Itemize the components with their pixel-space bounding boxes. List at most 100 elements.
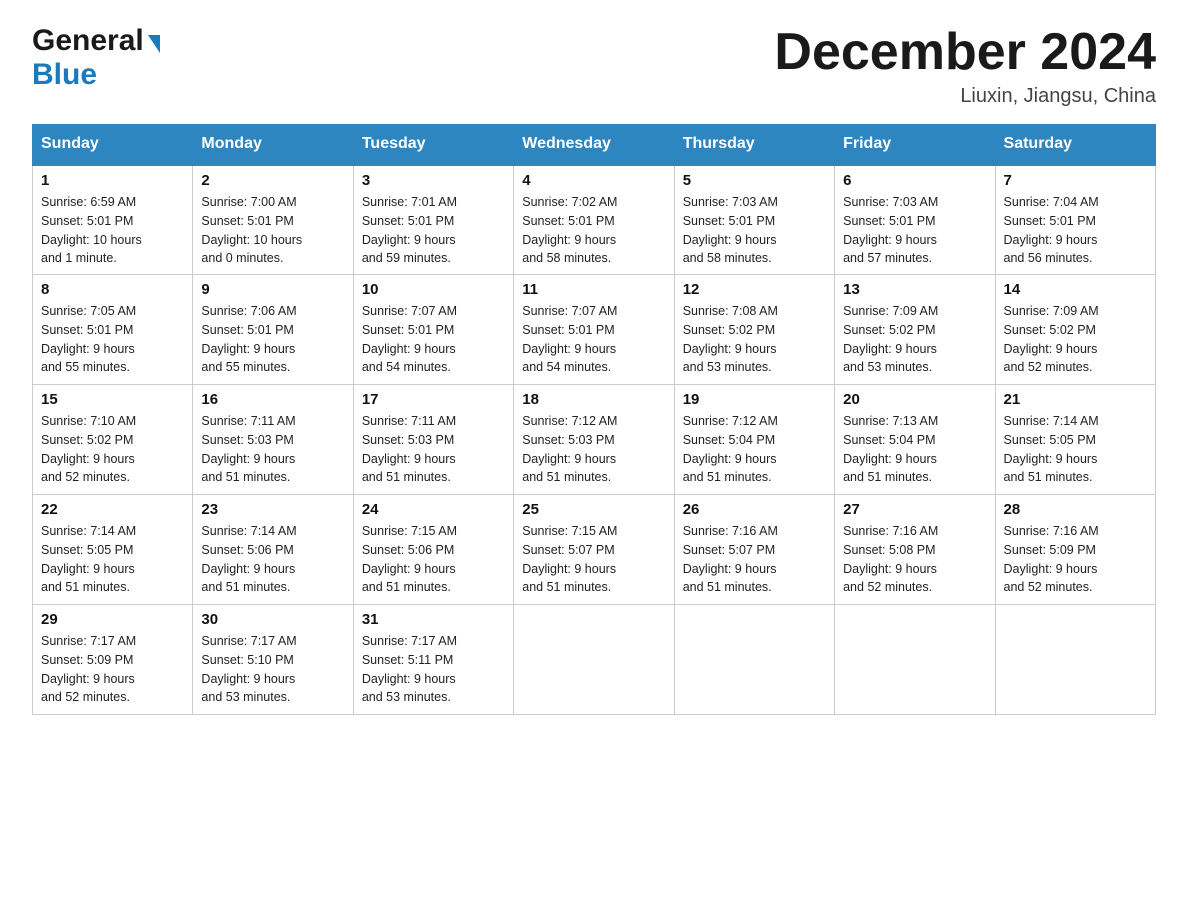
day-info: Sunrise: 7:14 AMSunset: 5:06 PMDaylight:… bbox=[201, 522, 344, 597]
day-number: 9 bbox=[201, 281, 344, 298]
day-info: Sunrise: 7:02 AMSunset: 5:01 PMDaylight:… bbox=[522, 193, 665, 268]
day-number: 8 bbox=[41, 281, 184, 298]
logo-blue-text: Blue bbox=[32, 58, 97, 92]
calendar-week-row: 29 Sunrise: 7:17 AMSunset: 5:09 PMDaylig… bbox=[33, 605, 1156, 715]
table-row: 28 Sunrise: 7:16 AMSunset: 5:09 PMDaylig… bbox=[995, 495, 1155, 605]
table-row: 8 Sunrise: 7:05 AMSunset: 5:01 PMDayligh… bbox=[33, 275, 193, 385]
day-info: Sunrise: 7:12 AMSunset: 5:04 PMDaylight:… bbox=[683, 412, 826, 487]
day-number: 24 bbox=[362, 501, 505, 518]
calendar-week-row: 1 Sunrise: 6:59 AMSunset: 5:01 PMDayligh… bbox=[33, 165, 1156, 275]
day-number: 31 bbox=[362, 611, 505, 628]
table-row bbox=[995, 605, 1155, 715]
table-row bbox=[514, 605, 674, 715]
day-number: 6 bbox=[843, 172, 986, 189]
day-info: Sunrise: 7:09 AMSunset: 5:02 PMDaylight:… bbox=[843, 302, 986, 377]
day-info: Sunrise: 7:00 AMSunset: 5:01 PMDaylight:… bbox=[201, 193, 344, 268]
col-thursday: Thursday bbox=[674, 125, 834, 165]
table-row: 26 Sunrise: 7:16 AMSunset: 5:07 PMDaylig… bbox=[674, 495, 834, 605]
table-row: 20 Sunrise: 7:13 AMSunset: 5:04 PMDaylig… bbox=[835, 385, 995, 495]
table-row: 16 Sunrise: 7:11 AMSunset: 5:03 PMDaylig… bbox=[193, 385, 353, 495]
day-info: Sunrise: 7:17 AMSunset: 5:11 PMDaylight:… bbox=[362, 632, 505, 707]
month-title: December 2024 bbox=[774, 24, 1156, 81]
day-number: 21 bbox=[1004, 391, 1147, 408]
logo-triangle-icon bbox=[148, 35, 160, 53]
calendar-header: Sunday Monday Tuesday Wednesday Thursday… bbox=[33, 125, 1156, 165]
day-number: 4 bbox=[522, 172, 665, 189]
day-number: 28 bbox=[1004, 501, 1147, 518]
col-sunday: Sunday bbox=[33, 125, 193, 165]
table-row: 27 Sunrise: 7:16 AMSunset: 5:08 PMDaylig… bbox=[835, 495, 995, 605]
calendar-week-row: 22 Sunrise: 7:14 AMSunset: 5:05 PMDaylig… bbox=[33, 495, 1156, 605]
table-row: 7 Sunrise: 7:04 AMSunset: 5:01 PMDayligh… bbox=[995, 165, 1155, 275]
day-info: Sunrise: 6:59 AMSunset: 5:01 PMDaylight:… bbox=[41, 193, 184, 268]
day-info: Sunrise: 7:16 AMSunset: 5:07 PMDaylight:… bbox=[683, 522, 826, 597]
table-row: 1 Sunrise: 6:59 AMSunset: 5:01 PMDayligh… bbox=[33, 165, 193, 275]
table-row bbox=[674, 605, 834, 715]
title-block: December 2024 Liuxin, Jiangsu, China bbox=[774, 24, 1156, 108]
table-row: 11 Sunrise: 7:07 AMSunset: 5:01 PMDaylig… bbox=[514, 275, 674, 385]
col-friday: Friday bbox=[835, 125, 995, 165]
day-number: 27 bbox=[843, 501, 986, 518]
table-row: 2 Sunrise: 7:00 AMSunset: 5:01 PMDayligh… bbox=[193, 165, 353, 275]
day-info: Sunrise: 7:13 AMSunset: 5:04 PMDaylight:… bbox=[843, 412, 986, 487]
col-wednesday: Wednesday bbox=[514, 125, 674, 165]
header-row: Sunday Monday Tuesday Wednesday Thursday… bbox=[33, 125, 1156, 165]
day-info: Sunrise: 7:17 AMSunset: 5:09 PMDaylight:… bbox=[41, 632, 184, 707]
day-number: 13 bbox=[843, 281, 986, 298]
table-row: 6 Sunrise: 7:03 AMSunset: 5:01 PMDayligh… bbox=[835, 165, 995, 275]
day-info: Sunrise: 7:17 AMSunset: 5:10 PMDaylight:… bbox=[201, 632, 344, 707]
calendar-body: 1 Sunrise: 6:59 AMSunset: 5:01 PMDayligh… bbox=[33, 165, 1156, 715]
day-number: 20 bbox=[843, 391, 986, 408]
table-row: 23 Sunrise: 7:14 AMSunset: 5:06 PMDaylig… bbox=[193, 495, 353, 605]
day-info: Sunrise: 7:07 AMSunset: 5:01 PMDaylight:… bbox=[522, 302, 665, 377]
day-number: 26 bbox=[683, 501, 826, 518]
day-info: Sunrise: 7:07 AMSunset: 5:01 PMDaylight:… bbox=[362, 302, 505, 377]
table-row: 17 Sunrise: 7:11 AMSunset: 5:03 PMDaylig… bbox=[353, 385, 513, 495]
day-number: 19 bbox=[683, 391, 826, 408]
day-info: Sunrise: 7:16 AMSunset: 5:08 PMDaylight:… bbox=[843, 522, 986, 597]
table-row: 9 Sunrise: 7:06 AMSunset: 5:01 PMDayligh… bbox=[193, 275, 353, 385]
table-row: 19 Sunrise: 7:12 AMSunset: 5:04 PMDaylig… bbox=[674, 385, 834, 495]
table-row: 25 Sunrise: 7:15 AMSunset: 5:07 PMDaylig… bbox=[514, 495, 674, 605]
logo: General Blue bbox=[32, 24, 160, 92]
day-info: Sunrise: 7:03 AMSunset: 5:01 PMDaylight:… bbox=[843, 193, 986, 268]
table-row: 15 Sunrise: 7:10 AMSunset: 5:02 PMDaylig… bbox=[33, 385, 193, 495]
day-info: Sunrise: 7:11 AMSunset: 5:03 PMDaylight:… bbox=[362, 412, 505, 487]
table-row: 18 Sunrise: 7:12 AMSunset: 5:03 PMDaylig… bbox=[514, 385, 674, 495]
day-number: 7 bbox=[1004, 172, 1147, 189]
day-number: 14 bbox=[1004, 281, 1147, 298]
day-number: 1 bbox=[41, 172, 184, 189]
table-row: 29 Sunrise: 7:17 AMSunset: 5:09 PMDaylig… bbox=[33, 605, 193, 715]
day-info: Sunrise: 7:10 AMSunset: 5:02 PMDaylight:… bbox=[41, 412, 184, 487]
table-row: 30 Sunrise: 7:17 AMSunset: 5:10 PMDaylig… bbox=[193, 605, 353, 715]
day-number: 23 bbox=[201, 501, 344, 518]
day-number: 2 bbox=[201, 172, 344, 189]
day-number: 29 bbox=[41, 611, 184, 628]
table-row: 22 Sunrise: 7:14 AMSunset: 5:05 PMDaylig… bbox=[33, 495, 193, 605]
col-tuesday: Tuesday bbox=[353, 125, 513, 165]
day-info: Sunrise: 7:03 AMSunset: 5:01 PMDaylight:… bbox=[683, 193, 826, 268]
day-info: Sunrise: 7:11 AMSunset: 5:03 PMDaylight:… bbox=[201, 412, 344, 487]
day-info: Sunrise: 7:16 AMSunset: 5:09 PMDaylight:… bbox=[1004, 522, 1147, 597]
table-row: 14 Sunrise: 7:09 AMSunset: 5:02 PMDaylig… bbox=[995, 275, 1155, 385]
col-saturday: Saturday bbox=[995, 125, 1155, 165]
calendar-table: Sunday Monday Tuesday Wednesday Thursday… bbox=[32, 124, 1156, 715]
day-info: Sunrise: 7:05 AMSunset: 5:01 PMDaylight:… bbox=[41, 302, 184, 377]
day-info: Sunrise: 7:08 AMSunset: 5:02 PMDaylight:… bbox=[683, 302, 826, 377]
day-number: 16 bbox=[201, 391, 344, 408]
day-number: 30 bbox=[201, 611, 344, 628]
location: Liuxin, Jiangsu, China bbox=[774, 85, 1156, 108]
day-info: Sunrise: 7:14 AMSunset: 5:05 PMDaylight:… bbox=[1004, 412, 1147, 487]
day-info: Sunrise: 7:15 AMSunset: 5:06 PMDaylight:… bbox=[362, 522, 505, 597]
logo-general-text: General bbox=[32, 24, 144, 58]
day-number: 15 bbox=[41, 391, 184, 408]
table-row: 31 Sunrise: 7:17 AMSunset: 5:11 PMDaylig… bbox=[353, 605, 513, 715]
day-info: Sunrise: 7:14 AMSunset: 5:05 PMDaylight:… bbox=[41, 522, 184, 597]
day-info: Sunrise: 7:12 AMSunset: 5:03 PMDaylight:… bbox=[522, 412, 665, 487]
day-number: 12 bbox=[683, 281, 826, 298]
day-number: 22 bbox=[41, 501, 184, 518]
table-row bbox=[835, 605, 995, 715]
day-number: 17 bbox=[362, 391, 505, 408]
table-row: 24 Sunrise: 7:15 AMSunset: 5:06 PMDaylig… bbox=[353, 495, 513, 605]
day-number: 5 bbox=[683, 172, 826, 189]
